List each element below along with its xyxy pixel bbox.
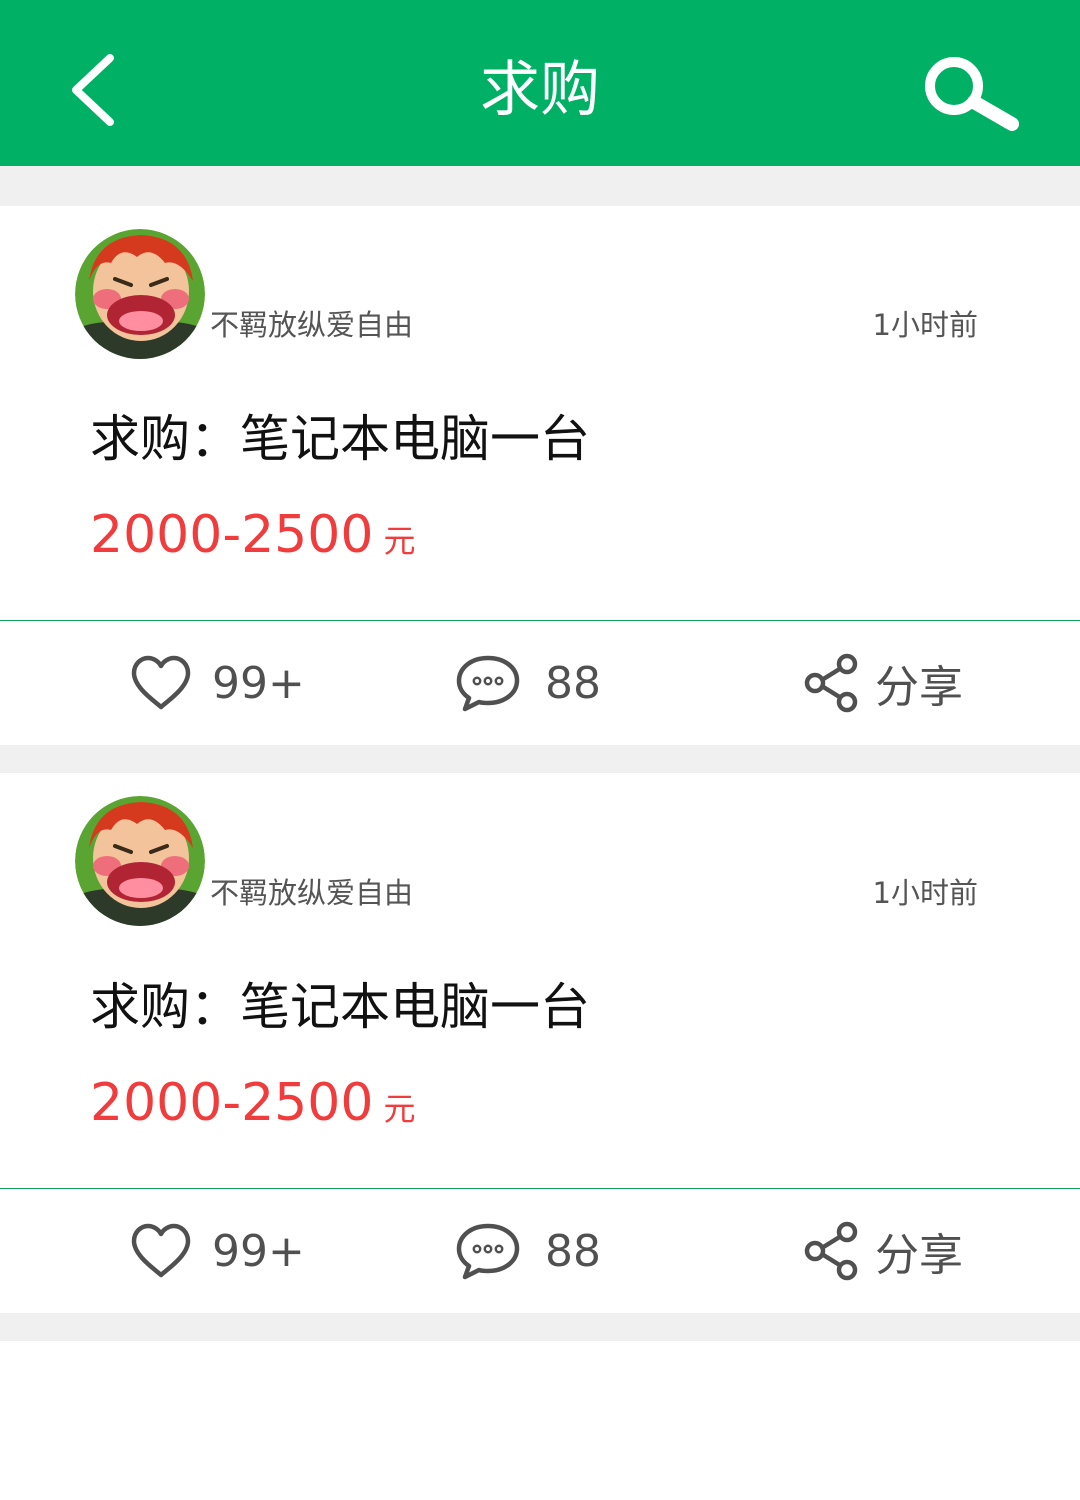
price-unit: 元	[383, 1090, 416, 1128]
avatar[interactable]	[75, 796, 205, 926]
top-bar: 求购	[0, 0, 1080, 166]
price-amount: 2000-2500	[90, 505, 374, 565]
username[interactable]: 不羁放纵爱自由	[210, 307, 413, 343]
spacer	[0, 166, 1080, 206]
post-title[interactable]: 求购：笔记本电脑一台	[90, 977, 590, 1037]
comment-icon	[456, 655, 520, 712]
share-icon	[804, 1221, 858, 1281]
avatar-image	[75, 229, 205, 359]
price: 2000-2500 元	[90, 1073, 415, 1145]
price-amount: 2000-2500	[90, 1073, 374, 1133]
share-button[interactable]: 分享	[803, 648, 963, 718]
share-button[interactable]: 分享	[803, 1216, 963, 1286]
like-count: 99+	[212, 657, 305, 709]
heart-icon	[131, 655, 191, 710]
comment-button[interactable]: 88	[455, 648, 601, 718]
share-label: 分享	[875, 662, 963, 713]
search-button[interactable]	[918, 52, 1024, 138]
heart-icon	[131, 1223, 191, 1278]
comment-count: 88	[545, 657, 601, 709]
like-button[interactable]: 99+	[130, 648, 305, 718]
spacer	[0, 1313, 1080, 1341]
comment-button[interactable]: 88	[455, 1216, 601, 1286]
share-label: 分享	[875, 1230, 963, 1281]
search-icon	[925, 57, 1019, 131]
divider	[0, 1188, 1080, 1189]
username[interactable]: 不羁放纵爱自由	[210, 875, 413, 911]
post-card[interactable]: 不羁放纵爱自由 1小时前 求购：笔记本电脑一台 2000-2500 元 99+ 8…	[0, 773, 1080, 1313]
price: 2000-2500 元	[90, 505, 415, 577]
price-unit: 元	[383, 522, 416, 560]
post-title[interactable]: 求购：笔记本电脑一台	[90, 409, 590, 469]
avatar-image	[75, 796, 205, 926]
post-time: 1小时前	[872, 876, 978, 910]
spacer	[0, 745, 1080, 773]
post-card[interactable]: 不羁放纵爱自由 1小时前 求购：笔记本电脑一台 2000-2500 元 99+ 8…	[0, 206, 1080, 746]
share-icon	[804, 653, 858, 713]
like-button[interactable]: 99+	[130, 1216, 305, 1286]
divider	[0, 620, 1080, 621]
avatar[interactable]	[75, 229, 205, 359]
comment-icon	[456, 1223, 520, 1280]
like-count: 99+	[212, 1225, 305, 1277]
post-time: 1小时前	[872, 308, 978, 342]
comment-count: 88	[545, 1225, 601, 1277]
